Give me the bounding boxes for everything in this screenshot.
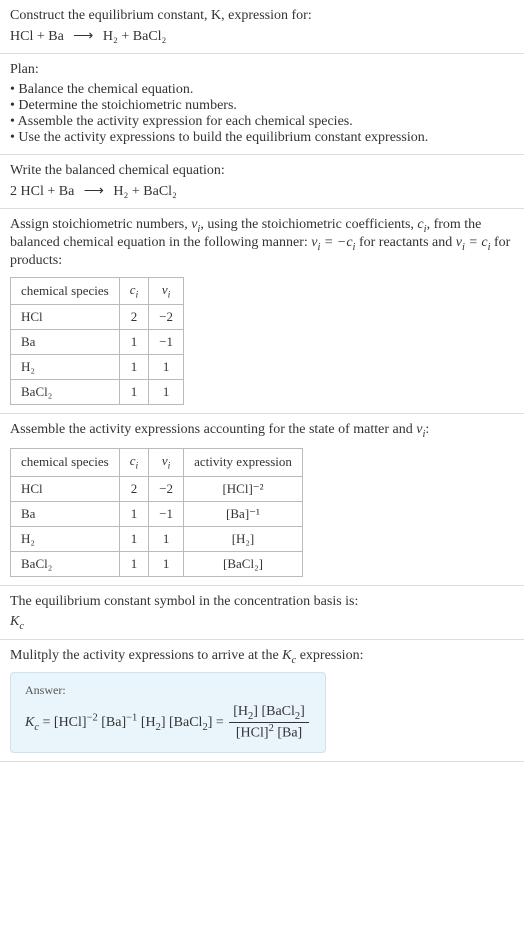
cell: [H₂] [184,526,303,551]
kc-eq: Kc [25,715,39,730]
activity-section: Assemble the activity expressions accoun… [0,414,524,585]
fraction: [H2] [BaCl2] [HCl]2 [Ba] [229,704,309,741]
final-heading-text: Mulitply the activity expressions to arr… [10,648,363,663]
cell: [BaCl₂] [184,551,303,576]
cell: 1 [119,526,149,551]
cell: 1 [149,355,184,380]
stoich-text-b: , using the stoichiometric coefficients, [200,217,417,232]
cell: H₂ [11,526,120,551]
relation-products: νi = ci [456,235,491,250]
answer-label: Answer: [25,683,311,698]
kc-symbol: Kc [10,614,514,632]
table-row: Ba1−1[Ba]⁻¹ [11,501,303,526]
table-row: H₂11[H₂] [11,526,303,551]
intro-section: Construct the equilibrium constant, K, e… [0,0,524,54]
balanced-eq-lhs: 2 HCl + Ba [10,184,74,199]
cell: 1 [149,551,184,576]
cell: Ba [11,330,120,355]
col-nui: νi [149,277,184,305]
cell: 2 [119,476,149,501]
cell: 2 [119,305,149,330]
table-row: BaCl₂11[BaCl₂] [11,551,303,576]
cell: BaCl₂ [11,551,120,576]
table-row: HCl2−2 [11,305,184,330]
cell: BaCl₂ [11,380,120,405]
cell: −2 [149,476,184,501]
table-row: HCl2−2[HCl]⁻² [11,476,303,501]
table-row: Ba1−1 [11,330,184,355]
cell: 1 [119,380,149,405]
table-row: BaCl₂11 [11,380,184,405]
col-species: chemical species [11,448,120,476]
cell: −2 [149,305,184,330]
final-section: Mulitply the activity expressions to arr… [0,640,524,761]
cell: 1 [149,380,184,405]
cell: [HCl]⁻² [184,476,303,501]
stoich-table: chemical species ci νi HCl2−2 Ba1−1 H₂11… [10,277,184,406]
intro-line: Construct the equilibrium constant, K, e… [10,8,312,23]
balanced-eq-rhs: H₂ + BaCl₂ [113,184,177,199]
activity-heading-text: Assemble the activity expressions accoun… [10,422,429,437]
cell: 1 [149,526,184,551]
plan-heading: Plan: [10,62,514,78]
balanced-equation: 2 HCl + Ba ⟶ H₂ + BaCl₂ [10,183,514,200]
relation-reactants: νi = −ci [311,235,355,250]
cell: 1 [119,551,149,576]
cell: 1 [119,355,149,380]
final-expression: Kc = [HCl]−2 [Ba]−1 [H2] [BaCl2] = [H2] … [25,704,311,741]
arrow-icon: ⟶ [78,183,110,200]
col-ci: ci [119,277,149,305]
plan-list: Balance the chemical equation. Determine… [10,82,514,146]
fraction-numerator: [H2] [BaCl2] [229,704,309,723]
plan-item: Balance the chemical equation. [10,82,514,98]
cell: Ba [11,501,120,526]
cell: 1 [119,330,149,355]
cell: [Ba]⁻¹ [184,501,303,526]
cell: −1 [149,501,184,526]
nu-symbol: νi [191,217,200,232]
cell: HCl [11,476,120,501]
plan-item: Assemble the activity expression for eac… [10,114,514,130]
balanced-section: Write the balanced chemical equation: 2 … [0,155,524,209]
activity-table: chemical species ci νi activity expressi… [10,448,303,577]
cell: −1 [149,330,184,355]
final-heading: Mulitply the activity expressions to arr… [10,648,514,666]
c-symbol: ci [417,217,426,232]
plan-item: Determine the stoichiometric numbers. [10,98,514,114]
stoich-text-a: Assign stoichiometric numbers, [10,217,191,232]
answer-box: Answer: Kc = [HCl]−2 [Ba]−1 [H2] [BaCl2]… [10,672,326,752]
cell: 1 [119,501,149,526]
cell: HCl [11,305,120,330]
arrow-icon: ⟶ [67,28,99,45]
table-header-row: chemical species ci νi [11,277,184,305]
expr-body: = [HCl]−2 [Ba]−1 [H2] [BaCl2] = [43,715,228,730]
plan-item: Use the activity expressions to build th… [10,130,514,146]
col-nui: νi [149,448,184,476]
plan-section: Plan: Balance the chemical equation. Det… [0,54,524,155]
cell: H₂ [11,355,120,380]
intro-eq-lhs: HCl + Ba [10,29,64,44]
table-row: H₂11 [11,355,184,380]
stoich-section: Assign stoichiometric numbers, νi, using… [0,209,524,414]
fraction-denominator: [HCl]2 [Ba] [229,723,309,742]
intro-eq-rhs: H₂ + BaCl₂ [103,29,167,44]
balanced-heading: Write the balanced chemical equation: [10,163,514,179]
intro-text: Construct the equilibrium constant, K, e… [10,8,514,24]
kc-symbol-section: The equilibrium constant symbol in the c… [0,586,524,641]
table-header-row: chemical species ci νi activity expressi… [11,448,303,476]
col-activity: activity expression [184,448,303,476]
intro-equation: HCl + Ba ⟶ H₂ + BaCl₂ [10,28,514,45]
stoich-heading: Assign stoichiometric numbers, νi, using… [10,217,514,269]
col-species: chemical species [11,277,120,305]
stoich-text-d: for reactants and [355,235,455,250]
col-ci: ci [119,448,149,476]
activity-heading: Assemble the activity expressions accoun… [10,422,514,440]
kc-symbol-heading: The equilibrium constant symbol in the c… [10,594,514,610]
